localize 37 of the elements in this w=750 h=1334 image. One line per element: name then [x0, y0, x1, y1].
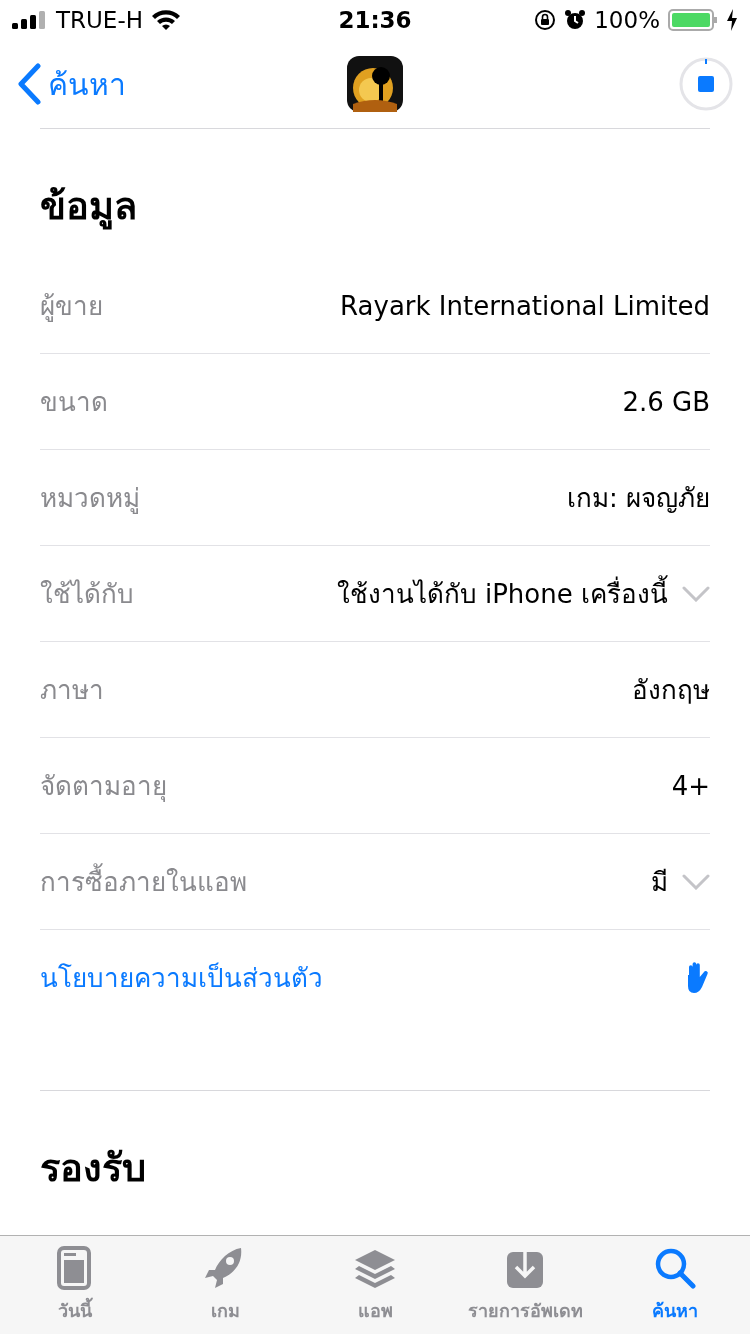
tab-bar-item[interactable]: วันนี้: [0, 1236, 150, 1334]
info-label: ผู้ขาย: [40, 290, 103, 324]
privacy-link[interactable]: นโยบายความเป็นส่วนตัว: [40, 957, 323, 998]
info-label: ขนาด: [40, 386, 108, 419]
info-label: การซื้อภายในแอพ: [40, 861, 247, 902]
section-title: รองรับ: [40, 1145, 147, 1192]
info-value: Rayark International Limited: [340, 290, 710, 321]
carrier-name: TRUE-H: [56, 7, 143, 33]
battery-percent: 100%: [594, 7, 660, 33]
info-label: หมวดหมู่: [40, 482, 140, 516]
status-time: 21:36: [338, 7, 412, 33]
info-label: ภาษา: [40, 674, 104, 707]
info-value: มี: [651, 866, 668, 899]
back-chevron-icon: [16, 63, 42, 105]
info-value: อังกฤษ: [632, 674, 710, 707]
battery-icon: [668, 9, 718, 31]
tab-bar-item[interactable]: ค้นหา: [600, 1236, 750, 1334]
tab-bar-item[interactable]: เกม: [150, 1236, 300, 1334]
section-title: ข้อมูล: [40, 183, 138, 232]
back-button[interactable]: ค้นหา: [16, 60, 126, 108]
info-value: 2.6 GB: [622, 386, 710, 417]
tab-bar-item[interactable]: แอพ: [300, 1236, 450, 1334]
charging-icon: [726, 9, 738, 31]
stop-download-icon[interactable]: [678, 56, 734, 112]
info-value: ใช้งานได้กับ iPhone เครื่องนี้: [336, 573, 668, 614]
app-icon: [347, 56, 403, 112]
chevron-down-icon[interactable]: [682, 585, 710, 602]
wifi-icon: [151, 9, 181, 31]
alarm-icon: [564, 9, 587, 31]
info-value: 4+: [671, 770, 710, 801]
rotation-lock-icon: [534, 9, 557, 31]
tab-bar-item[interactable]: รายการอัพเดท: [450, 1236, 600, 1334]
signal-icon: [12, 11, 48, 29]
chevron-down-icon[interactable]: [682, 873, 710, 890]
info-label: จัดตามอายุ: [40, 770, 167, 804]
info-label: ใช้ได้กับ: [40, 578, 134, 611]
info-value: เกม: ผจญภัย: [566, 482, 710, 515]
